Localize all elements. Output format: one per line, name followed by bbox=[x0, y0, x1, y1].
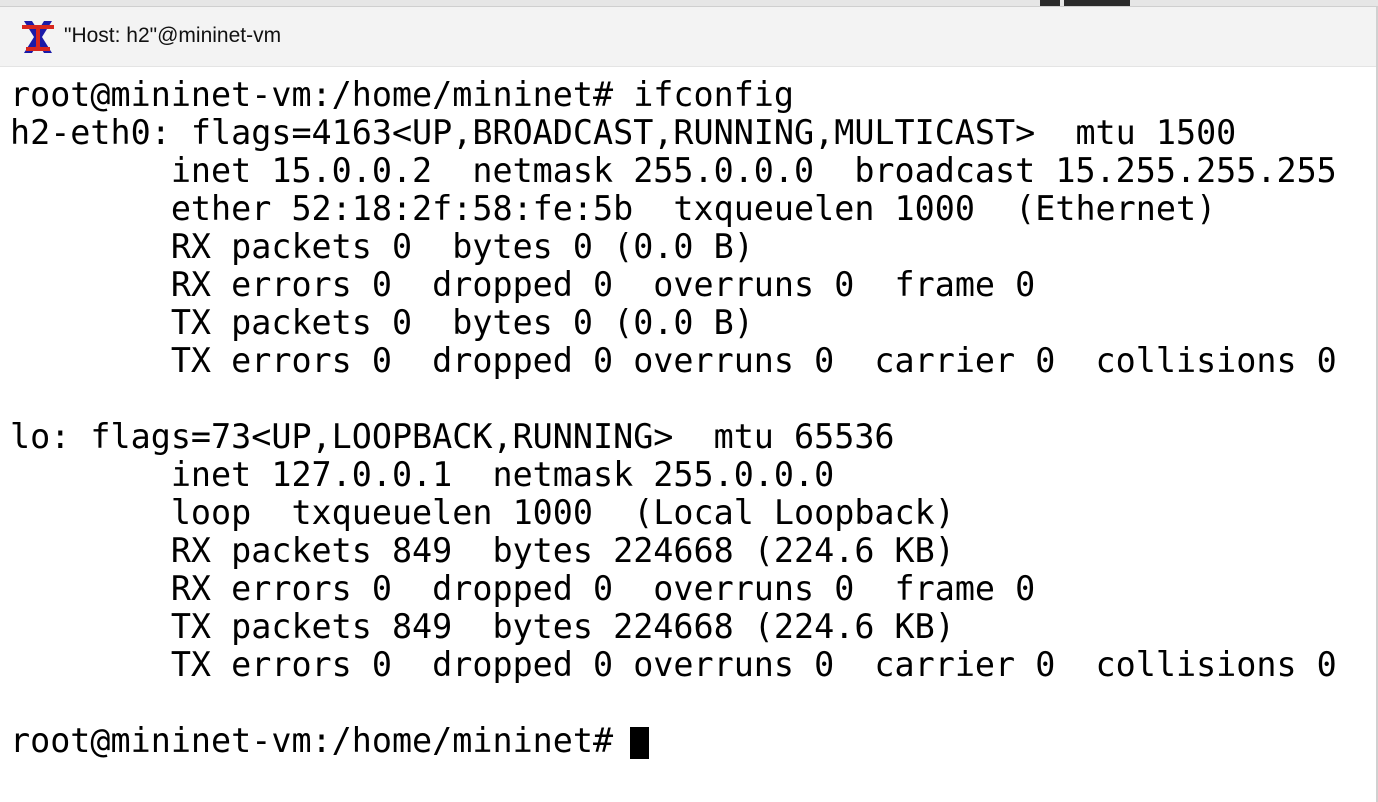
terminal-line: loop txqueuelen 1000 (Local Loopback) bbox=[10, 493, 955, 532]
terminal-line: root@mininet-vm:/home/mininet# ifconfig bbox=[10, 75, 795, 114]
terminal-line: inet 15.0.0.2 netmask 255.0.0.0 broadcas… bbox=[10, 151, 1337, 190]
terminal-line: RX errors 0 dropped 0 overruns 0 frame 0 bbox=[10, 265, 1036, 304]
terminal-line: RX packets 0 bytes 0 (0.0 B) bbox=[10, 227, 754, 266]
x-window-icon bbox=[22, 21, 54, 53]
terminal-line: TX errors 0 dropped 0 overruns 0 carrier… bbox=[10, 645, 1337, 684]
terminal-line: inet 127.0.0.1 netmask 255.0.0.0 bbox=[10, 455, 835, 494]
terminal-line: TX packets 849 bytes 224668 (224.6 KB) bbox=[10, 607, 955, 646]
terminal-output[interactable]: root@mininet-vm:/home/mininet# ifconfig … bbox=[0, 67, 1376, 802]
prompt-line: root@mininet-vm:/home/mininet# bbox=[10, 721, 634, 760]
terminal-window: "Host: h2"@mininet-vm root@mininet-vm:/h… bbox=[0, 6, 1378, 802]
terminal-line: lo: flags=73<UP,LOOPBACK,RUNNING> mtu 65… bbox=[10, 417, 895, 456]
terminal-line: TX packets 0 bytes 0 (0.0 B) bbox=[10, 303, 754, 342]
terminal-line: RX packets 849 bytes 224668 (224.6 KB) bbox=[10, 531, 955, 570]
terminal-line: RX errors 0 dropped 0 overruns 0 frame 0 bbox=[10, 569, 1036, 608]
window-title: "Host: h2"@mininet-vm bbox=[64, 24, 282, 47]
text-cursor bbox=[630, 727, 649, 759]
terminal-line: h2-eth0: flags=4163<UP,BROADCAST,RUNNING… bbox=[10, 113, 1237, 152]
terminal-line: TX errors 0 dropped 0 overruns 0 carrier… bbox=[10, 341, 1337, 380]
terminal-line: ether 52:18:2f:58:fe:5b txqueuelen 1000 … bbox=[10, 189, 1217, 228]
title-bar[interactable]: "Host: h2"@mininet-vm bbox=[0, 7, 1378, 67]
